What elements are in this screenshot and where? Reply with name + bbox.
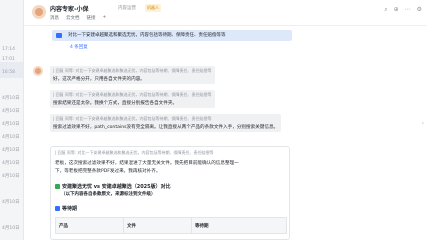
pinned-message[interactable]: 对比一下安建卓越聚选和聚选无忧，内容包括等待期、保障责任、责任赔偿等等 [52, 30, 292, 41]
chevron-left-icon[interactable]: ‹ [422, 120, 424, 127]
settings-icon[interactable]: ⚙ [417, 6, 422, 14]
message-bubble[interactable]: | 回复 同等: 对比一下安建卓越聚选和聚选无忧，内容包括等待期、保障责任、责任… [50, 114, 282, 132]
conversation-list: 17:14 17:01 16:58 4月10日 4月10日 4月10日 4月10… [0, 0, 24, 240]
conversation-time: 17:14 [2, 47, 15, 52]
chat-tabs: 消息 云文档 链接 + [50, 15, 106, 21]
tab-links[interactable]: 链接 [87, 15, 96, 21]
message-text: 搜索结果还是太杂。我换个方式，直接分别报告各自文件夹。 [53, 101, 178, 106]
conversation-time: 4月10日 [2, 109, 20, 114]
conversation-time: 4月10日 [2, 161, 20, 166]
reply-count-link[interactable]: 4 条回复 [70, 44, 88, 50]
conversation-time: 16:58 [2, 70, 15, 75]
table-header-cell: 等待期 [191, 217, 287, 234]
avatar-face [35, 68, 41, 74]
chat-header: 内容专家-小保 内容运营 机器人 消息 云文档 链接 + ⌕ ⊕ ⋯ ⚙ [24, 0, 426, 26]
doc-title-text: 安建聚选无忧 vs 安建卓越聚选（2025版）对比 [62, 184, 171, 190]
message-text: 老板，这次搜索过滤效果不好，结果混进了大量无关文件。我先把目前能确认的信息整理一 [55, 161, 239, 166]
chat-window: 内容专家-小保 内容运营 机器人 消息 云文档 链接 + ⌕ ⊕ ⋯ ⚙ 对比一… [24, 0, 426, 240]
conversation-time: 4月10日 [2, 148, 20, 153]
bot-badge: 机器人 [145, 4, 161, 12]
reply-quote: | 回复 同等: 对比一下安建卓越聚选和聚选无忧，内容包括等待期、保障责任、责任… [53, 92, 212, 97]
reply-quote: | 回复 同等: 对比一下安建卓越聚选和聚选无忧，内容包括等待期、保障责任、责任… [55, 150, 214, 155]
tab-messages[interactable]: 消息 [50, 15, 59, 21]
avatar-face [35, 8, 43, 16]
doc-subtitle: （以下内容各自条款原文，来源标注到文件级） [61, 192, 156, 197]
section-icon [55, 205, 60, 211]
section-heading-text: 等待期 [62, 206, 78, 212]
message-card[interactable]: | 回复 同等: 对比一下安建卓越聚选和聚选无忧，内容包括等待期、保障责任、责任… [50, 146, 290, 240]
conversation-time: 4月10日 [2, 122, 20, 127]
add-tab-button[interactable]: + [103, 15, 107, 21]
search-icon[interactable]: ⌕ [384, 6, 387, 14]
message-icon [56, 33, 62, 38]
message-bubble[interactable]: | 回复 同等: 对比一下安建卓越聚选和聚选无忧，内容包括等待期、保障责任、责任… [50, 90, 215, 108]
more-icon[interactable]: ⋯ [405, 6, 411, 14]
reply-quote: | 回复 同等: 对比一下安建卓越聚选和聚选无忧，内容包括等待期、保障责任、责任… [53, 116, 212, 121]
message-text: 搜索过滤效果不好，path_contains没有完全隔离。让我直接从两个产品的条… [53, 125, 279, 130]
header-toolbar: ⌕ ⊕ ⋯ ⚙ [384, 6, 422, 14]
section-heading: 等待期 [55, 205, 77, 212]
tab-cloud-docs[interactable]: 云文档 [66, 15, 80, 21]
message-text: 好，这次严格分开，只用各自文件夹的内容。 [53, 77, 145, 82]
table-header-cell: 产品 [55, 217, 124, 234]
chat-subtitle: 内容运营 [118, 6, 136, 11]
pinned-message-text: 对比一下安建卓越聚选和聚选无忧，内容包括等待期、保障责任、责任赔偿等等 [68, 33, 226, 38]
message-text: 下，等老板把完整条款PDF发过来，我再核对补齐。 [55, 169, 161, 174]
doc-title: 安建聚选无忧 vs 安建卓越聚选（2025版）对比 [55, 183, 171, 190]
checkmark-icon [55, 183, 60, 189]
bot-message-avatar[interactable] [33, 66, 43, 76]
conversation-time: 4月10日 [2, 200, 20, 205]
reply-quote: | 回复 同等: 对比一下安建卓越聚选和聚选无忧，内容包括等待期、保障责任、责任… [53, 68, 212, 73]
table-header-row: 产品 文件 等待期 [55, 217, 287, 234]
comparison-table: 产品 文件 等待期 [55, 217, 287, 234]
chat-title[interactable]: 内容专家-小保 [50, 4, 89, 13]
conversation-time: 4月10日 [2, 135, 20, 140]
conversation-time: 17:01 [2, 57, 15, 62]
add-member-icon[interactable]: ⊕ [394, 6, 399, 14]
conversation-time: 4月10日 [2, 226, 20, 231]
conversation-time: 4月10日 [2, 174, 20, 179]
table-header-cell: 文件 [123, 217, 192, 234]
bot-avatar[interactable] [32, 5, 46, 19]
message-bubble[interactable]: | 回复 同等: 对比一下安建卓越聚选和聚选无忧，内容包括等待期、保障责任、责任… [50, 66, 215, 84]
conversation-time: 4月10日 [2, 96, 20, 101]
